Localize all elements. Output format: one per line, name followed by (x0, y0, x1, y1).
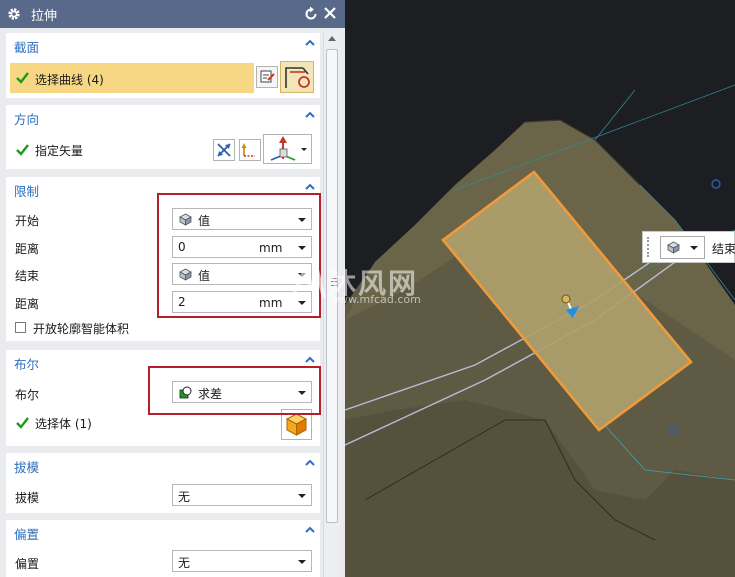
gear-icon[interactable] (7, 7, 21, 21)
open-profile-checkbox[interactable] (15, 322, 26, 333)
draft-group-header[interactable]: 拔模 (6, 453, 320, 475)
annotation-box-boolean (148, 366, 321, 415)
chevron-down-icon (690, 246, 698, 250)
select-body-label: 选择体 (1) (35, 417, 92, 431)
dialog-title-bar: 拉伸 (0, 0, 345, 28)
scroll-up-arrow-icon[interactable] (328, 36, 336, 41)
offset-group-title: 偏置 (14, 527, 40, 542)
draft-group-title: 拔模 (14, 460, 40, 475)
boolean-group-title: 布尔 (14, 357, 40, 372)
draft-label: 拔模 (15, 491, 40, 505)
chevron-down-icon (301, 148, 307, 151)
floating-toolbar-label: 结束 (712, 242, 735, 256)
offset-group-header[interactable]: 偏置 (6, 520, 320, 542)
limits-group-title: 限制 (14, 184, 40, 199)
reverse-direction-button[interactable] (213, 139, 235, 161)
section-group: 截面 选择曲线 (4) (6, 33, 320, 98)
sketch-section-button[interactable] (256, 66, 278, 88)
chevron-up-icon[interactable] (304, 181, 316, 193)
point-marker-icon (711, 179, 721, 189)
start-label: 开始 (15, 214, 40, 228)
select-curve-row[interactable]: 选择曲线 (4) (10, 63, 254, 93)
draft-group: 拔模 拔模 无 (6, 453, 320, 513)
vector-dialog-button[interactable] (239, 139, 261, 161)
offset-value: 无 (178, 556, 191, 570)
vector-icon (241, 143, 255, 157)
end-limit-floating-toolbar[interactable]: 结束 (642, 231, 735, 263)
draft-dropdown[interactable]: 无 (172, 484, 312, 506)
watermark-logo-icon (290, 268, 326, 299)
direction-group-title: 方向 (14, 112, 40, 127)
check-icon (16, 144, 29, 156)
section-group-title: 截面 (14, 40, 40, 55)
select-curve-label: 选择曲线 (4) (35, 73, 104, 87)
specify-vector-label: 指定矢量 (35, 144, 84, 158)
watermark: 沐风网 www.mfcad.com (288, 262, 448, 310)
open-profile-label: 开放轮廓智能体积 (33, 322, 130, 336)
end-label: 结束 (15, 269, 40, 283)
end-type-mini-dropdown[interactable] (660, 236, 705, 259)
close-icon[interactable] (323, 6, 337, 20)
end-distance-label: 距离 (15, 297, 40, 311)
vector-type-dropdown[interactable] (263, 134, 312, 164)
start-distance-label: 距离 (15, 242, 40, 256)
offset-label: 偏置 (15, 557, 40, 571)
offset-dropdown[interactable]: 无 (172, 550, 312, 572)
dialog-title: 拉伸 (31, 8, 58, 24)
cube-value-icon (667, 241, 680, 254)
curve-selection-button[interactable] (280, 61, 314, 93)
draft-value: 无 (178, 490, 191, 504)
chevron-up-icon[interactable] (304, 457, 316, 469)
sketch-icon (260, 70, 275, 83)
chevron-down-icon (298, 560, 306, 564)
boolean-label: 布尔 (15, 388, 40, 402)
section-group-header[interactable]: 截面 (6, 33, 320, 55)
chevron-up-icon[interactable] (304, 109, 316, 121)
axis-vector-icon (270, 136, 296, 161)
direction-group-header[interactable]: 方向 (6, 105, 320, 127)
chevron-up-icon[interactable] (304, 37, 316, 49)
chevron-up-icon[interactable] (304, 354, 316, 366)
reverse-direction-icon (217, 143, 231, 157)
drag-handle-icon[interactable] (561, 294, 571, 304)
check-icon (16, 417, 29, 429)
watermark-url: www.mfcad.com (330, 293, 421, 306)
direction-group: 方向 指定矢量 (6, 105, 320, 169)
reset-icon[interactable] (303, 6, 319, 22)
drag-grip-icon[interactable] (647, 237, 651, 257)
check-icon (16, 72, 29, 84)
curve-select-icon (285, 67, 310, 88)
chevron-up-icon[interactable] (304, 524, 316, 536)
chevron-down-icon (298, 494, 306, 498)
offset-group: 偏置 偏置 无 (6, 520, 320, 577)
